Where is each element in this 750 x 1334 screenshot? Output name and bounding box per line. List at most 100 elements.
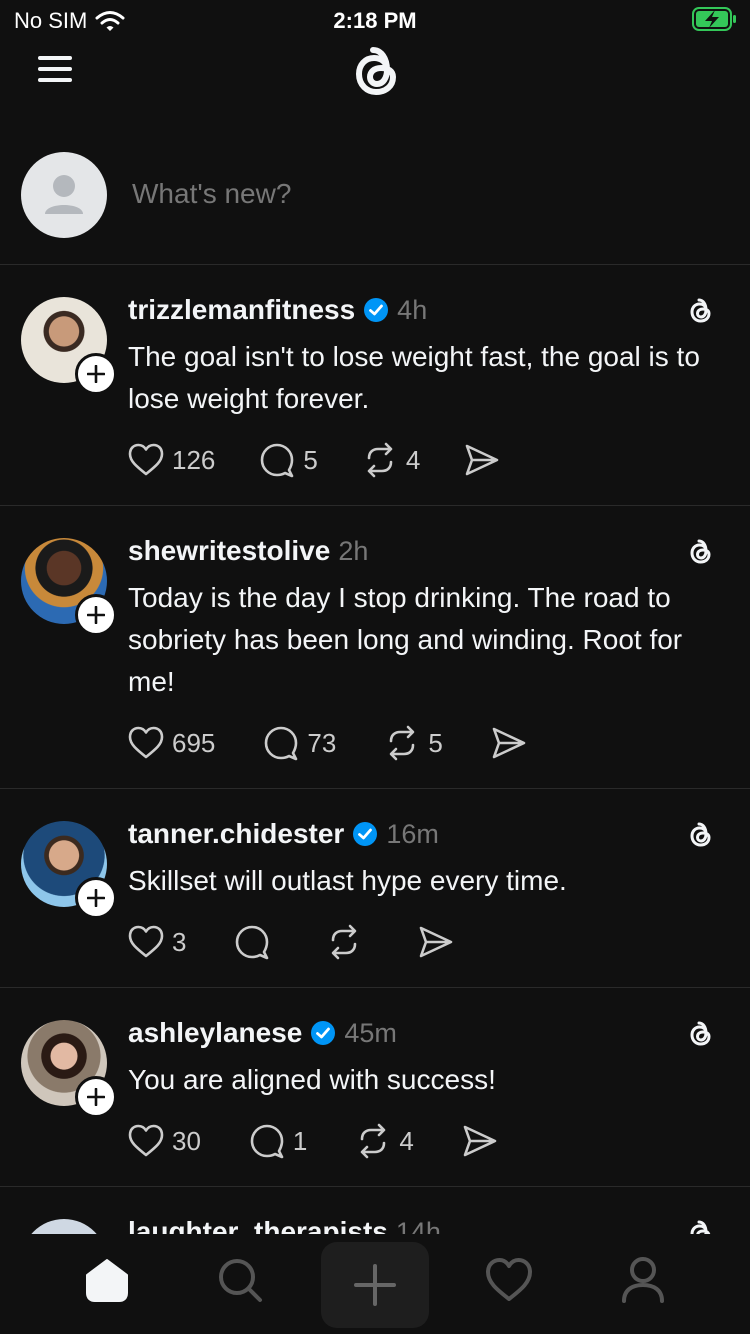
threads-logo-icon[interactable]	[684, 819, 716, 851]
heart-icon	[128, 1124, 164, 1157]
reply-button[interactable]: 5	[259, 442, 318, 478]
post-time: 2h	[338, 535, 369, 566]
thread-post[interactable]: trizzlemanfitness 4h The goal isn't to l…	[0, 265, 750, 506]
post-time: 14h	[395, 1216, 441, 1235]
like-button[interactable]: 695	[128, 726, 215, 760]
post-header: shewritestolive 2h	[128, 535, 368, 567]
post-header: ashleylanese 45m	[128, 1017, 397, 1049]
whats-new-input[interactable]: What's new?	[132, 178, 291, 210]
share-icon	[492, 727, 526, 759]
like-count: 126	[172, 444, 216, 475]
follow-button[interactable]	[75, 877, 117, 919]
reply-button[interactable]: 73	[263, 725, 336, 761]
like-button[interactable]: 126	[128, 443, 215, 477]
share-button[interactable]	[418, 925, 454, 959]
status-time: 2:18 PM	[333, 8, 417, 33]
username[interactable]: trizzlemanfitness	[128, 294, 355, 326]
repost-button[interactable]: 4	[355, 1123, 414, 1159]
bottom-tab-bar	[0, 1234, 750, 1334]
post-text: You are aligned with success!	[128, 1064, 496, 1095]
thread-post[interactable]: tanner.chidester 16m Skillset will outla…	[0, 789, 750, 988]
reply-icon	[261, 443, 294, 478]
like-button[interactable]: 30	[128, 1124, 201, 1158]
new-thread-composer[interactable]: What's new?	[0, 150, 750, 265]
post-text: Today is the day I stop drinking. The ro…	[128, 582, 683, 697]
like-count: 30	[172, 1125, 201, 1156]
plus-icon	[354, 1264, 396, 1306]
plus-icon	[87, 1088, 105, 1106]
post-actions: 30 1 4	[128, 1121, 498, 1161]
post-time: 16m	[386, 818, 439, 849]
share-button[interactable]	[464, 443, 500, 477]
default-user-icon	[45, 175, 83, 214]
like-count: 3	[172, 926, 187, 957]
username[interactable]: shewritestolive	[128, 535, 330, 567]
post-actions: 3	[128, 922, 454, 962]
repost-count: 5	[428, 727, 443, 758]
reply-button[interactable]	[234, 924, 278, 960]
username[interactable]: tanner.chidester	[128, 818, 344, 850]
share-button[interactable]	[491, 726, 527, 760]
threads-logo-icon[interactable]	[684, 1217, 716, 1234]
heart-icon	[128, 443, 164, 476]
repost-count: 4	[405, 444, 421, 475]
thread-post[interactable]: shewritestolive 2h Today is the day I st…	[0, 506, 750, 789]
avatar[interactable]	[21, 1219, 107, 1234]
reply-icon	[236, 925, 269, 960]
threads-logo-icon[interactable]	[684, 295, 716, 327]
reply-button[interactable]: 1	[249, 1123, 307, 1159]
share-icon	[420, 926, 453, 958]
tab-create[interactable]	[321, 1242, 429, 1328]
profile-icon	[622, 1257, 664, 1303]
username[interactable]: ashleylanese	[128, 1017, 302, 1049]
verified-badge-icon	[311, 1021, 336, 1045]
thread-post[interactable]: laughter_therapists 14h	[0, 1187, 750, 1234]
follow-button[interactable]	[75, 1076, 117, 1118]
tab-profile[interactable]	[613, 1250, 673, 1310]
share-icon	[466, 444, 499, 476]
heart-icon	[128, 925, 164, 958]
search-icon	[219, 1259, 262, 1302]
home-icon	[86, 1259, 128, 1302]
follow-button[interactable]	[75, 353, 117, 395]
follow-button[interactable]	[75, 594, 117, 636]
threads-logo-icon[interactable]	[343, 40, 407, 104]
verified-badge-icon	[353, 822, 378, 846]
repost-button[interactable]: 5	[384, 725, 443, 761]
plus-icon	[87, 889, 105, 907]
repost-count: 4	[399, 1125, 414, 1156]
threads-logo-icon[interactable]	[684, 1018, 716, 1050]
like-button[interactable]: 3	[128, 925, 186, 959]
avatar	[21, 152, 107, 238]
plus-icon	[87, 606, 105, 624]
post-text: The goal isn't to lose weight fast, the …	[128, 341, 700, 414]
thread-post[interactable]: ashleylanese 45m You are aligned with su…	[0, 988, 750, 1187]
repost-icon	[332, 924, 357, 960]
reply-count: 1	[292, 1125, 308, 1156]
menu-icon[interactable]	[36, 52, 76, 86]
post-text: Skillset will outlast hype every time.	[128, 865, 567, 896]
post-header: tanner.chidester 16m	[128, 818, 439, 850]
post-header: laughter_therapists 14h	[128, 1216, 441, 1234]
tab-home[interactable]	[77, 1250, 137, 1310]
like-count: 695	[172, 727, 216, 758]
reply-icon	[250, 1124, 284, 1159]
tab-activity[interactable]	[479, 1250, 539, 1310]
plus-icon	[87, 365, 105, 383]
share-button[interactable]	[462, 1124, 498, 1158]
threads-logo-icon[interactable]	[684, 536, 716, 568]
post-actions: 695 73 5	[128, 723, 527, 763]
status-bar: No SIM 2:18 PM	[0, 0, 750, 40]
activity-heart-icon	[486, 1258, 532, 1301]
post-header: trizzlemanfitness 4h	[128, 294, 427, 326]
battery-charging-icon	[692, 7, 736, 31]
repost-icon	[361, 1123, 386, 1159]
reply-count: 73	[307, 727, 337, 758]
repost-button[interactable]	[326, 924, 370, 960]
verified-badge-icon	[364, 298, 389, 322]
repost-icon	[367, 442, 393, 478]
tab-search[interactable]	[210, 1250, 270, 1310]
repost-button[interactable]: 4	[362, 442, 420, 478]
reply-icon	[265, 726, 298, 761]
username[interactable]: laughter_therapists	[128, 1216, 388, 1234]
